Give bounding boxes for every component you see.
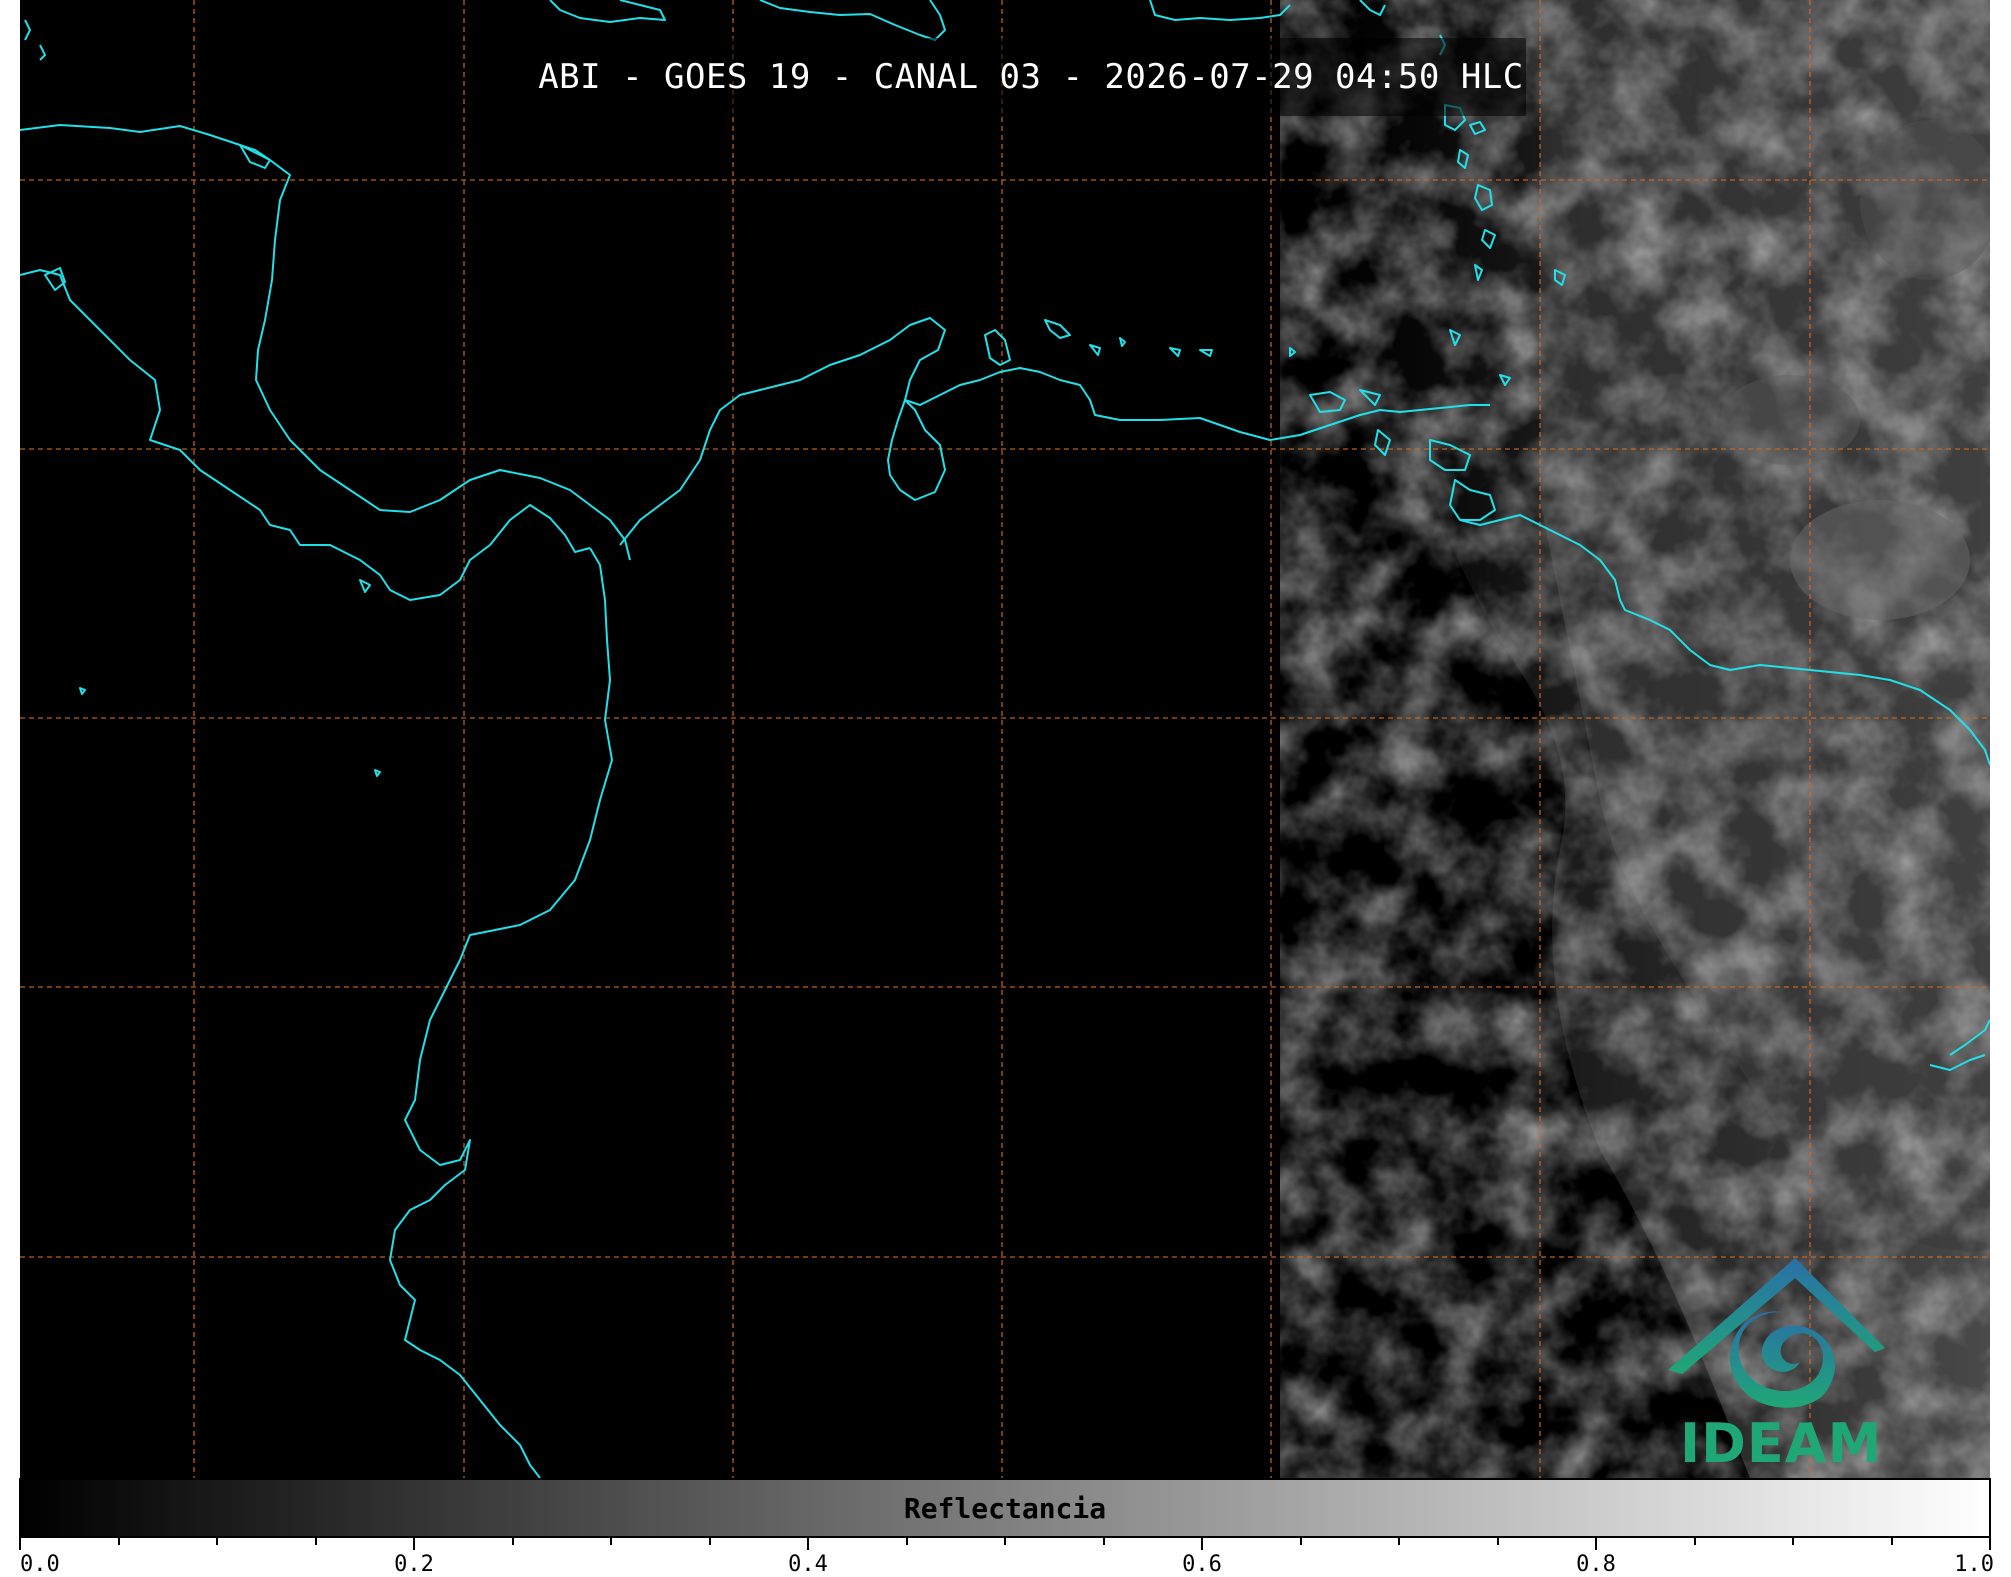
colorbar-tick-3: 0.6 — [1182, 1552, 1222, 1577]
satellite-map — [19, 0, 1991, 1550]
cloud-field — [1280, 0, 1990, 1478]
colorbar-tick-1: 0.2 — [394, 1552, 434, 1577]
colorbar-tick-0: 0.0 — [20, 1552, 60, 1577]
ideam-logo-text: IDEAM — [1680, 1412, 1883, 1475]
map-title: ABI - GOES 19 - CANAL 03 - 2026-07-29 04… — [538, 57, 1524, 97]
colorbar-label: Reflectancia — [903, 1491, 1107, 1525]
colorbar-tick-4: 0.8 — [1576, 1552, 1616, 1577]
colorbar-tick-2: 0.4 — [788, 1552, 828, 1577]
title-panel: ABI - GOES 19 - CANAL 03 - 2026-07-29 04… — [536, 38, 1526, 116]
colorbar-tick-5: 1.0 — [1954, 1552, 1994, 1577]
